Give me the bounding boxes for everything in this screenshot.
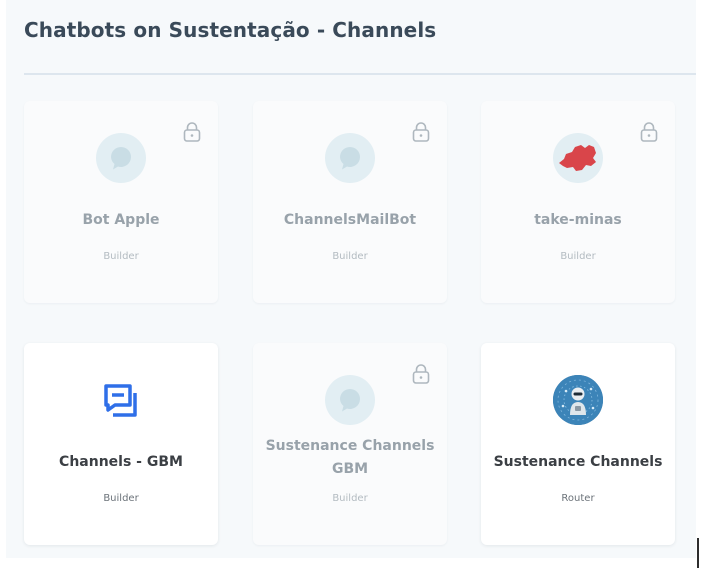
bot-card-sustenance-channels-gbm[interactable]: Sustenance Channels GBM Builder [253, 343, 447, 545]
bot-name: Channels - GBM [59, 454, 183, 470]
lock-icon [412, 122, 430, 142]
bot-name: ChannelsMailBot [283, 212, 417, 228]
lock-icon [640, 122, 658, 142]
bot-name: Sustenance Channels GBM [265, 438, 435, 477]
bot-name: Sustenance Channels [493, 454, 663, 470]
bot-type: Builder [103, 251, 139, 262]
bot-card-take-minas[interactable]: take-minas Builder [481, 101, 675, 303]
page-title: Chatbots on Sustentação - Channels [24, 18, 437, 42]
bot-type: Builder [103, 493, 139, 504]
bot-card-channels-gbm[interactable]: Channels - GBM Builder [24, 343, 218, 545]
lock-icon [183, 122, 201, 142]
bot-name: Bot Apple [82, 212, 160, 228]
bot-type: Builder [560, 251, 596, 262]
chat-bubble-icon [325, 133, 375, 183]
bot-card-sustenance-channels[interactable]: Sustenance Channels Router [481, 343, 675, 545]
bot-type: Router [561, 493, 595, 504]
chat-bubble-icon [325, 375, 375, 425]
lock-icon [412, 364, 430, 384]
gbm-messages-icon [96, 375, 146, 425]
bot-card-channelsmailbot[interactable]: ChannelsMailBot Builder [253, 101, 447, 303]
chat-bubble-icon [96, 133, 146, 183]
bot-type: Builder [332, 493, 368, 504]
bot-type: Builder [332, 251, 368, 262]
bot-card-bot-apple[interactable]: Bot Apple Builder [24, 101, 218, 303]
text-cursor [697, 538, 699, 568]
chatbots-panel: Chatbots on Sustentação - Channels Bot A… [6, 0, 696, 558]
bot-name: take-minas [534, 212, 622, 228]
robot-avatar-icon [553, 375, 603, 425]
minas-map-icon [553, 133, 603, 183]
title-divider [24, 73, 696, 75]
